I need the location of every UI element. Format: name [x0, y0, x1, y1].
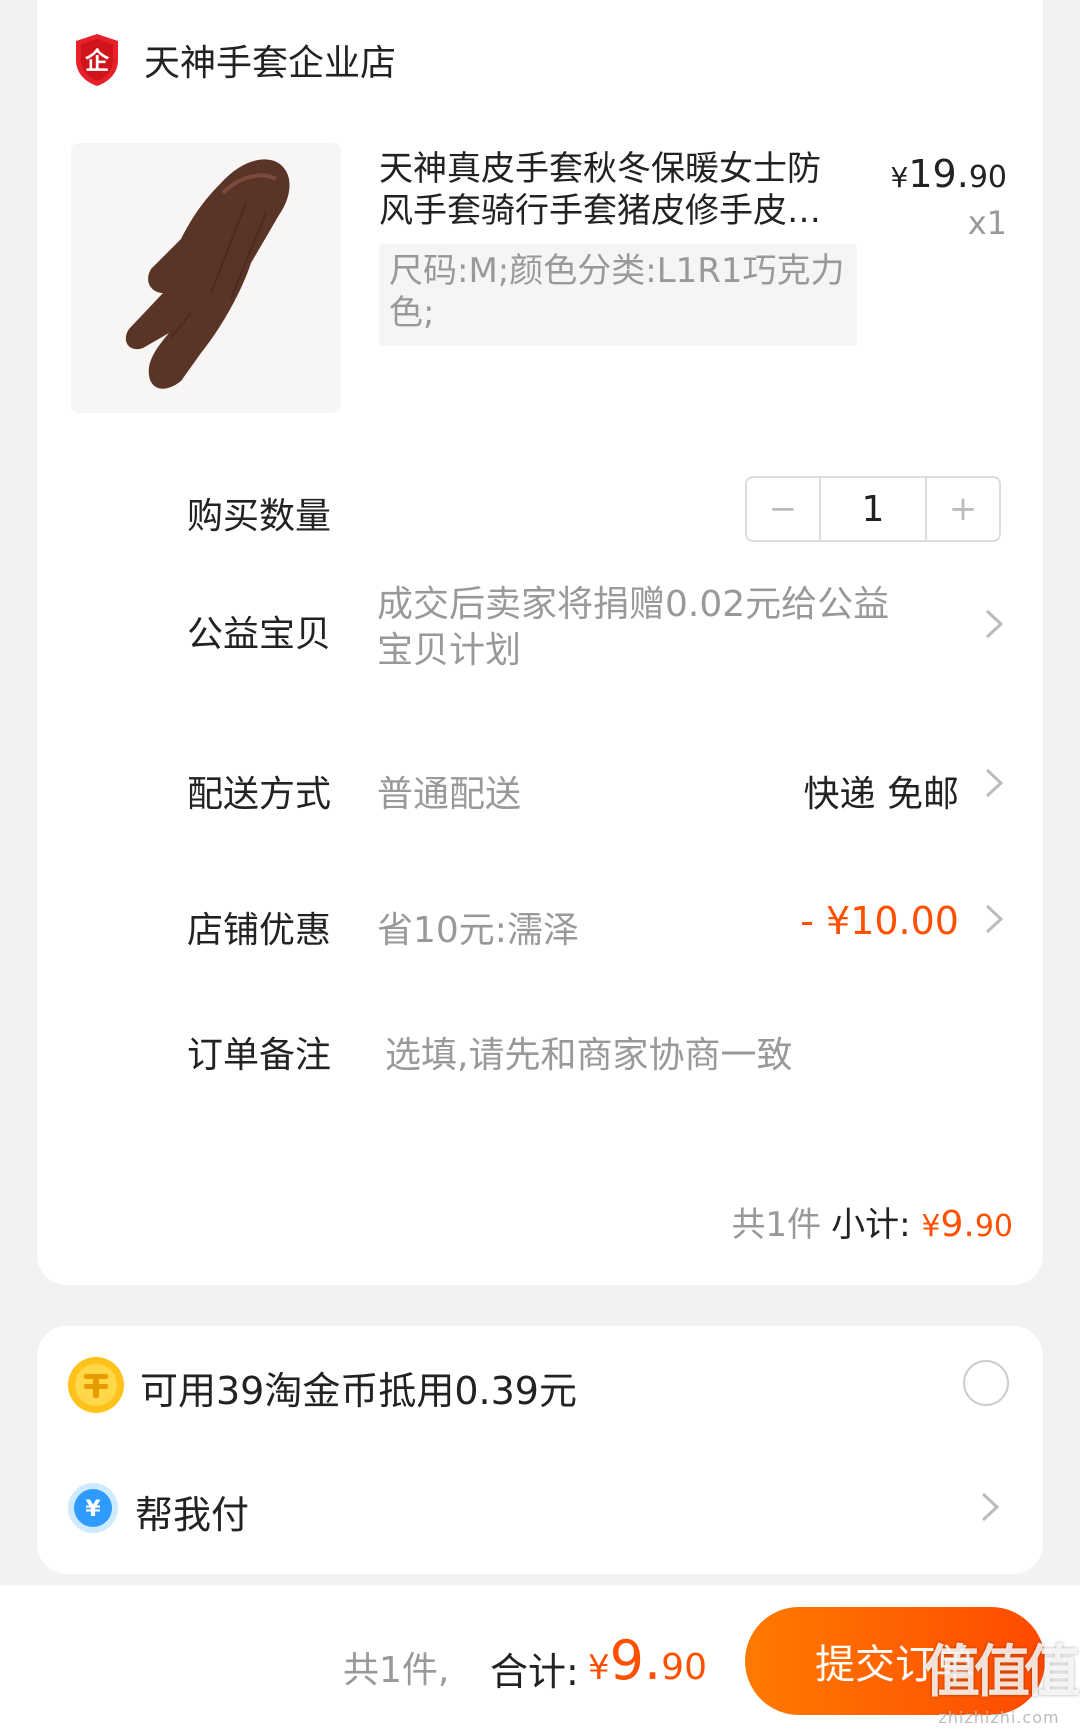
- store-header[interactable]: 企 天神手套企业店: [72, 30, 396, 90]
- subtotal-count: 共1件: [731, 1205, 822, 1245]
- chevron-right-icon[interactable]: [981, 766, 1007, 800]
- remark-label: 订单备注: [187, 1035, 332, 1076]
- charity-text[interactable]: 成交后卖家将捐赠0.02元给公益宝贝计划: [377, 582, 907, 674]
- subtotal-label: 小计:: [831, 1205, 911, 1245]
- taojinbi-radio[interactable]: [963, 1360, 1009, 1406]
- total-count: 共1件,: [343, 1650, 450, 1691]
- store-name: 天神手套企业店: [144, 43, 397, 84]
- extras-card: 可用39淘金币抵用0.39元 ¥ 帮我付: [37, 1326, 1043, 1574]
- charity-label: 公益宝贝: [187, 614, 332, 655]
- chevron-right-icon[interactable]: [977, 1490, 1003, 1524]
- shop-discount-text: 省10元:濡泽: [377, 910, 579, 951]
- product-image[interactable]: [71, 143, 341, 413]
- bottom-bar: 共1件, 合计: ¥9.90 提交订单 值值值 zhizhizhi.com: [0, 1585, 1080, 1731]
- delivery-label: 配送方式: [187, 774, 332, 815]
- subtotal: 共1件 小计: ¥9.90: [731, 1197, 1013, 1246]
- help-pay-text[interactable]: 帮我付: [135, 1484, 249, 1539]
- order-card: 企 天神手套企业店 天神真皮手套秋冬保暖女士防风手套骑行手套猪皮修手皮… 尺码:…: [37, 0, 1043, 1285]
- delivery-method: 普通配送: [377, 774, 522, 815]
- watermark: 值值值 zhizhizhi.com: [924, 1640, 1080, 1727]
- taojinbi-coin-icon: [67, 1356, 125, 1414]
- svg-text:企: 企: [85, 47, 110, 75]
- product-price: ¥19.90: [890, 152, 1007, 196]
- quantity-label: 购买数量: [187, 496, 332, 537]
- product-quantity-multiplier: x1: [967, 204, 1007, 242]
- quantity-plus-button[interactable]: +: [927, 478, 999, 540]
- shop-discount-label: 店铺优惠: [187, 910, 332, 951]
- taojinbi-text: 可用39淘金币抵用0.39元: [140, 1369, 577, 1413]
- subtotal-amount: ¥9.90: [921, 1204, 1013, 1245]
- enterprise-shield-icon: 企: [72, 32, 122, 88]
- quantity-value[interactable]: 1: [819, 478, 927, 540]
- product-sku[interactable]: 尺码:M;颜色分类:L1R1巧克力色;: [379, 244, 857, 346]
- help-pay-icon: ¥: [67, 1482, 119, 1534]
- shop-discount-amount[interactable]: - ¥10.00: [800, 899, 959, 943]
- quantity-minus-button[interactable]: −: [747, 478, 819, 540]
- remark-input[interactable]: 选填,请先和商家协商一致: [385, 1026, 792, 1078]
- product-title[interactable]: 天神真皮手套秋冬保暖女士防风手套骑行手套猪皮修手皮…: [379, 148, 854, 232]
- chevron-right-icon[interactable]: [981, 607, 1007, 641]
- total-label: 合计:: [490, 1650, 579, 1694]
- delivery-option[interactable]: 快递 免邮: [804, 765, 959, 817]
- total-amount: ¥9.90: [588, 1629, 707, 1692]
- chevron-right-icon[interactable]: [981, 902, 1007, 936]
- svg-text:¥: ¥: [85, 1497, 101, 1522]
- quantity-stepper: − 1 +: [745, 476, 1001, 542]
